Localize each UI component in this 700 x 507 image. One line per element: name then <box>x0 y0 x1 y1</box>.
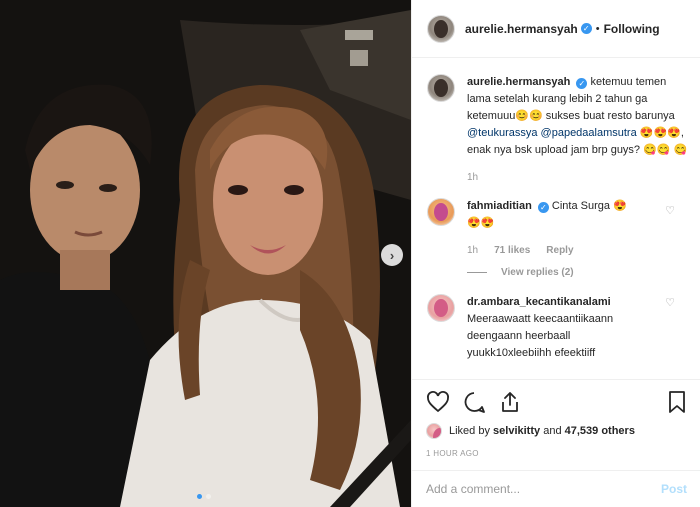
post-timestamp[interactable]: 1 HOUR AGO <box>426 449 689 458</box>
post-actions: Liked by selvikitty and 47,539 others 1 … <box>412 379 700 458</box>
divider-line <box>467 272 487 273</box>
caption: aurelie.hermansyah ✓ ketemuu temen lama … <box>412 66 700 186</box>
commenter-avatar[interactable] <box>427 294 455 322</box>
comment-item: fahmiaditian ✓ Cinta Surga 😍 😍😍 1h 71 li… <box>412 186 700 259</box>
verified-badge-icon: ✓ <box>576 78 588 89</box>
bookmark-icon[interactable] <box>665 390 689 414</box>
comment-text: deengaann heerbaall <box>467 330 571 342</box>
mention-link[interactable]: @teukurassya <box>467 127 537 139</box>
comment-item: dr.ambara_kecantikanalami Meeraawaatt ke… <box>412 278 700 362</box>
comment-emoji: 😍 <box>613 200 627 212</box>
caption-emoji-2: 😍😍😍 <box>639 127 681 139</box>
comment-text: yuukk10xleebiihh efeektiiff <box>467 347 596 359</box>
post-photo[interactable]: › <box>0 0 411 507</box>
next-photo-button[interactable]: › <box>381 244 403 266</box>
verified-badge-icon: ✓ <box>580 23 592 34</box>
author-username[interactable]: aurelie.hermansyah <box>465 22 578 36</box>
comment-bubble-icon[interactable] <box>462 390 486 414</box>
comments-list[interactable]: aurelie.hermansyah ✓ ketemuu temen lama … <box>412 66 700 379</box>
comment-meta: 1h 71 likes Reply <box>467 242 689 259</box>
comment-likes[interactable]: 71 likes <box>494 242 530 259</box>
verified-badge-icon: ✓ <box>537 202 549 213</box>
likes-connector: and <box>543 425 562 437</box>
caption-emoji-3: 😋😋 <box>643 144 671 156</box>
carousel-dot-active <box>197 494 202 499</box>
comment-text: Cinta Surga <box>551 200 611 212</box>
liker-avatar[interactable] <box>426 423 442 439</box>
liker-username[interactable]: selvikitty <box>493 425 540 437</box>
likes-summary: Liked by selvikitty and 47,539 others <box>426 423 689 439</box>
mention-link[interactable]: @papedaalamsutra <box>541 127 637 139</box>
caption-time[interactable]: 1h <box>467 169 478 186</box>
post-details-panel: aurelie.hermansyah ✓ • Following aurelie… <box>411 0 700 507</box>
caption-meta: 1h <box>467 169 689 186</box>
add-comment-bar: Post <box>412 470 700 507</box>
post-header: aurelie.hermansyah ✓ • Following <box>412 0 700 58</box>
selfie-photo-illustration <box>0 0 411 507</box>
comment-emoji: 😍😍 <box>467 217 495 229</box>
like-heart-icon[interactable] <box>426 390 450 414</box>
heart-icon[interactable]: ♡ <box>665 296 675 309</box>
commenter-username[interactable]: fahmiaditian <box>467 200 532 212</box>
caption-text-2: sukses buat resto barunya <box>545 110 675 122</box>
header-separator: • <box>595 22 600 35</box>
caption-username[interactable]: aurelie.hermansyah <box>467 76 570 88</box>
post-comment-button[interactable]: Post <box>661 482 687 496</box>
comment-text: Meeraawaatt keecaantiikaann <box>467 313 614 325</box>
following-button[interactable]: Following <box>604 22 660 36</box>
view-replies-label: View replies (2) <box>501 267 574 278</box>
heart-icon[interactable]: ♡ <box>665 204 675 217</box>
likes-count[interactable]: 47,539 others <box>565 425 635 437</box>
view-replies-button[interactable]: View replies (2) <box>467 267 700 278</box>
comment-time[interactable]: 1h <box>467 242 478 259</box>
caption-emoji-1: 😊😊 <box>515 110 543 122</box>
reply-button[interactable]: Reply <box>546 242 573 259</box>
share-icon[interactable] <box>498 390 522 414</box>
author-avatar[interactable] <box>427 14 455 43</box>
commenter-avatar[interactable] <box>427 198 455 226</box>
chevron-right-icon: › <box>389 247 395 263</box>
likes-prefix: Liked by <box>449 425 490 437</box>
carousel-indicator <box>197 494 211 499</box>
carousel-dot <box>206 494 211 499</box>
caption-emoji-4: 😋 <box>673 144 688 156</box>
instagram-post-modal: › aurelie.hermansyah ✓ • Following aurel… <box>0 0 700 507</box>
commenter-username[interactable]: dr.ambara_kecantikanalami <box>467 296 611 308</box>
comment-input[interactable] <box>426 482 661 496</box>
caption-avatar[interactable] <box>427 74 455 102</box>
